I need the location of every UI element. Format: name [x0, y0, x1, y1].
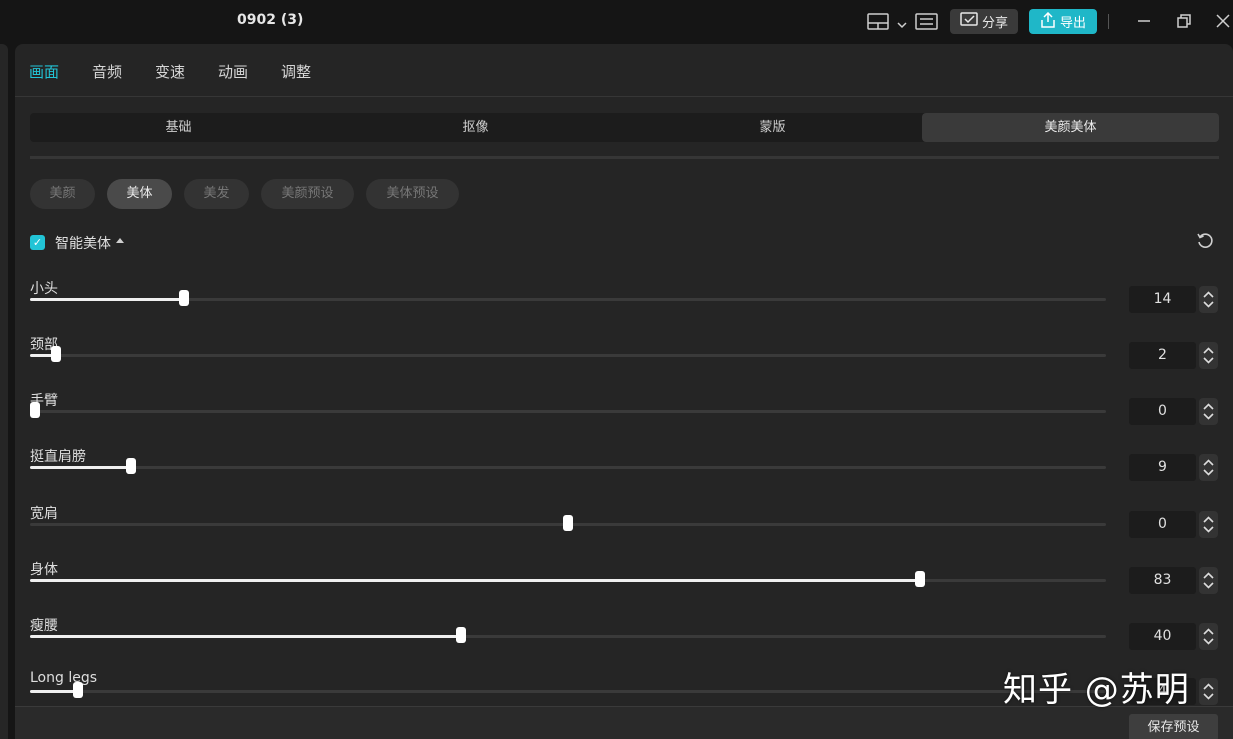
share-label: 分享: [981, 16, 1008, 31]
subtab-mask[interactable]: 蒙版: [624, 113, 921, 142]
slider-track[interactable]: [30, 458, 1106, 474]
slider-track[interactable]: [30, 402, 1106, 418]
restore-icon: [1177, 14, 1191, 28]
slider-label: Long legs: [30, 670, 98, 686]
collapse-caret-icon[interactable]: [116, 238, 124, 243]
layout-icon[interactable]: [867, 13, 889, 34]
value-input[interactable]: 40: [1129, 623, 1196, 650]
slider-track[interactable]: [30, 571, 1106, 587]
stepper-button[interactable]: [1199, 454, 1218, 481]
value-input[interactable]: 0: [1129, 398, 1196, 425]
title-bar: 0902 (3) 分享 导出: [0, 0, 1233, 42]
stepper-button[interactable]: [1199, 623, 1218, 650]
smart-body-checkbox[interactable]: ✓: [30, 235, 45, 250]
value-input[interactable]: 14: [1129, 286, 1196, 313]
export-icon: [1040, 11, 1056, 32]
slider-row: 挺直肩膀 9: [30, 446, 1220, 502]
close-icon: [1216, 14, 1230, 28]
value-input[interactable]: 83: [1129, 567, 1196, 594]
shortcut-keyboard-icon[interactable]: [915, 13, 938, 34]
slider-thumb[interactable]: [915, 571, 925, 587]
top-tab-bar: 画面 音频 变速 动画 调整: [15, 44, 1233, 97]
stepper-button[interactable]: [1199, 286, 1218, 313]
slider-fill: [30, 298, 184, 301]
project-title: 0902 (3): [237, 12, 304, 28]
slider-track[interactable]: [30, 290, 1106, 306]
slider-row: 宽肩 0: [30, 503, 1220, 559]
slider-thumb[interactable]: [30, 402, 40, 418]
slider-thumb[interactable]: [563, 515, 573, 531]
slider-fill: [30, 466, 131, 469]
pill-beauty-preset[interactable]: 美颜预设: [261, 179, 354, 209]
slider-track[interactable]: [30, 346, 1106, 362]
slider-label: 身体: [30, 562, 58, 578]
smart-body-label: 智能美体: [55, 236, 111, 252]
value-input[interactable]: 2: [1129, 342, 1196, 369]
slider-track[interactable]: [30, 627, 1106, 643]
slider-label: 挺直肩膀: [30, 449, 86, 465]
stepper-arrows-icon: [1203, 459, 1214, 476]
tab-adjust[interactable]: 调整: [281, 61, 311, 82]
slider-row: 身体 83: [30, 559, 1220, 615]
tab-speed[interactable]: 变速: [155, 61, 185, 82]
subtab-cutout[interactable]: 抠像: [327, 113, 624, 142]
stepper-arrows-icon: [1203, 347, 1214, 364]
stepper-button[interactable]: [1199, 342, 1218, 369]
slider-track[interactable]: [30, 682, 1106, 698]
export-button[interactable]: 导出: [1029, 9, 1097, 34]
stepper-arrows-icon: [1203, 516, 1214, 533]
slider-fill: [30, 579, 920, 582]
slider-thumb[interactable]: [51, 346, 61, 362]
stepper-arrows-icon: [1203, 628, 1214, 645]
pill-face-beauty[interactable]: 美颜: [30, 179, 95, 209]
slider-label: 瘦腰: [30, 618, 58, 634]
pill-hair[interactable]: 美发: [184, 179, 249, 209]
divider: [30, 156, 1219, 159]
minimize-icon: [1138, 20, 1150, 22]
stepper-arrows-icon: [1203, 291, 1214, 308]
share-icon: [960, 12, 978, 31]
reset-icon[interactable]: [1196, 232, 1214, 254]
pill-body[interactable]: 美体: [107, 179, 172, 209]
value-input[interactable]: 0: [1129, 511, 1196, 538]
slider-fill: [30, 635, 461, 638]
pill-body-preset[interactable]: 美体预设: [366, 179, 459, 209]
share-button[interactable]: 分享: [950, 9, 1018, 34]
stepper-arrows-icon: [1203, 403, 1214, 420]
slider-thumb[interactable]: [456, 627, 466, 643]
tab-animation[interactable]: 动画: [218, 61, 248, 82]
stepper-button[interactable]: [1199, 678, 1218, 705]
properties-panel: 画面 音频 变速 动画 调整 基础 抠像 蒙版 美颜美体 美颜 美体 美发 美颜…: [15, 44, 1233, 739]
stepper-arrows-icon: [1203, 683, 1214, 700]
minimize-button[interactable]: [1134, 11, 1154, 31]
slider-row: 颈部 2: [30, 334, 1220, 390]
export-label: 导出: [1059, 16, 1086, 31]
slider-thumb[interactable]: [73, 682, 83, 698]
slider-fill: [30, 690, 78, 693]
save-preset-button[interactable]: 保存预设: [1129, 714, 1218, 739]
stepper-button[interactable]: [1199, 567, 1218, 594]
slider-track[interactable]: [30, 515, 1106, 531]
stepper-button[interactable]: [1199, 398, 1218, 425]
subtab-beauty-body[interactable]: 美颜美体: [922, 113, 1219, 142]
tab-audio[interactable]: 音频: [92, 61, 122, 82]
slider-row: 小头 14: [30, 278, 1220, 334]
tab-picture[interactable]: 画面: [29, 61, 59, 82]
sub-tab-bar: 基础 抠像 蒙版 美颜美体: [30, 113, 1219, 142]
maximize-button[interactable]: [1174, 11, 1194, 31]
slider-thumb[interactable]: [179, 290, 189, 306]
value-input[interactable]: 9: [1129, 454, 1196, 481]
slider-label: 宽肩: [30, 506, 58, 522]
stepper-arrows-icon: [1203, 572, 1214, 589]
close-button[interactable]: [1213, 11, 1233, 31]
stepper-button[interactable]: [1199, 511, 1218, 538]
slider-label: 小头: [30, 281, 58, 297]
slider-row: 手臂 0: [30, 390, 1220, 446]
chevron-down-icon[interactable]: [897, 14, 907, 33]
left-panel-edge: [0, 44, 8, 739]
title-divider: [1108, 14, 1109, 29]
watermark: 知乎 @苏明: [1003, 670, 1190, 710]
slider-thumb[interactable]: [126, 458, 136, 474]
subtab-basic[interactable]: 基础: [30, 113, 327, 142]
